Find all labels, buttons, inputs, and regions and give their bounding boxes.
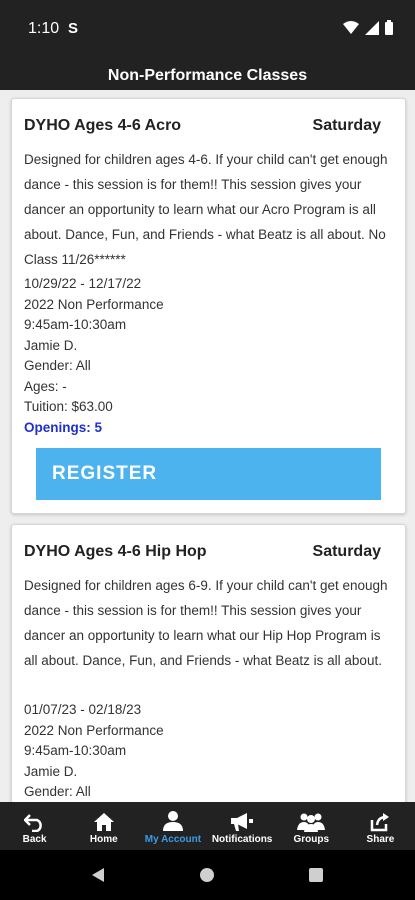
- nav-notifications[interactable]: Notifications: [208, 802, 277, 850]
- nav-back[interactable]: Back: [0, 802, 69, 850]
- register-button[interactable]: REGISTER: [36, 448, 381, 500]
- nav-label: Back: [22, 834, 47, 845]
- nav-label: My Account: [144, 834, 202, 845]
- system-recents-icon[interactable]: [309, 868, 323, 882]
- class-info: 01/07/23 - 02/18/23 2022 Non Performance…: [24, 700, 164, 802]
- class-gender: Gender: All: [24, 358, 91, 373]
- nav-label: Share: [366, 834, 395, 845]
- class-season: 2022 Non Performance: [24, 296, 164, 312]
- share-icon: [371, 813, 390, 832]
- class-tuition: Tuition: $63.00: [24, 399, 113, 414]
- bottom-nav: Back Home My Account Notifications Group…: [0, 802, 415, 850]
- system-home-icon[interactable]: [200, 868, 214, 882]
- class-info: 10/29/22 - 12/17/22 2022 Non Performance…: [24, 274, 164, 438]
- class-day: Saturday: [312, 117, 381, 134]
- notification-s-icon: S: [68, 20, 79, 37]
- class-time: 9:45am-10:30am: [24, 317, 127, 332]
- nav-home[interactable]: Home: [69, 802, 138, 850]
- groups-icon: [297, 813, 326, 832]
- class-dates: 10/29/22 - 12/17/22: [24, 276, 142, 291]
- wifi-icon: [343, 20, 359, 34]
- class-instructor: Jamie D.: [24, 337, 78, 353]
- battery-icon: [385, 20, 393, 35]
- signal-icon: [365, 20, 379, 35]
- nav-label: Groups: [293, 834, 330, 845]
- class-ages: Ages: -: [24, 378, 67, 394]
- class-card: DYHO Ages 4-6 Acro Saturday Designed for…: [11, 98, 406, 514]
- nav-label: Home: [89, 834, 118, 845]
- class-time: 9:45am-10:30am: [24, 743, 127, 758]
- status-bar: 1:10 S: [0, 0, 415, 62]
- android-nav-bar: [0, 850, 415, 900]
- nav-groups[interactable]: Groups: [277, 802, 346, 850]
- system-back-icon[interactable]: [90, 867, 106, 883]
- home-icon: [93, 813, 114, 831]
- class-description: Designed for children ages 4-6. If your …: [24, 152, 388, 267]
- class-season: 2022 Non Performance: [24, 722, 164, 738]
- status-icons: [343, 20, 393, 35]
- class-description: Designed for children ages 6-9. If your …: [24, 578, 388, 668]
- nav-label: Notifications: [211, 834, 273, 845]
- class-openings: Openings: 5: [24, 419, 103, 435]
- megaphone-icon: [231, 813, 254, 831]
- class-title: DYHO Ages 4-6 Acro: [24, 117, 182, 134]
- nav-my-account[interactable]: My Account: [138, 802, 207, 850]
- status-time: 1:10: [28, 20, 60, 37]
- nav-share[interactable]: Share: [346, 802, 415, 850]
- page-title: Non-Performance Classes: [0, 62, 415, 90]
- class-list[interactable]: DYHO Ages 4-6 Acro Saturday Designed for…: [0, 90, 415, 802]
- class-dates: 01/07/23 - 02/18/23: [24, 702, 142, 717]
- back-arrow-icon: [23, 814, 42, 832]
- class-card: DYHO Ages 4-6 Hip Hop Saturday Designed …: [11, 524, 406, 802]
- class-instructor: Jamie D.: [24, 763, 78, 779]
- class-gender: Gender: All: [24, 784, 91, 799]
- class-day: Saturday: [312, 543, 381, 560]
- person-icon: [162, 811, 183, 831]
- class-title: DYHO Ages 4-6 Hip Hop: [24, 543, 207, 560]
